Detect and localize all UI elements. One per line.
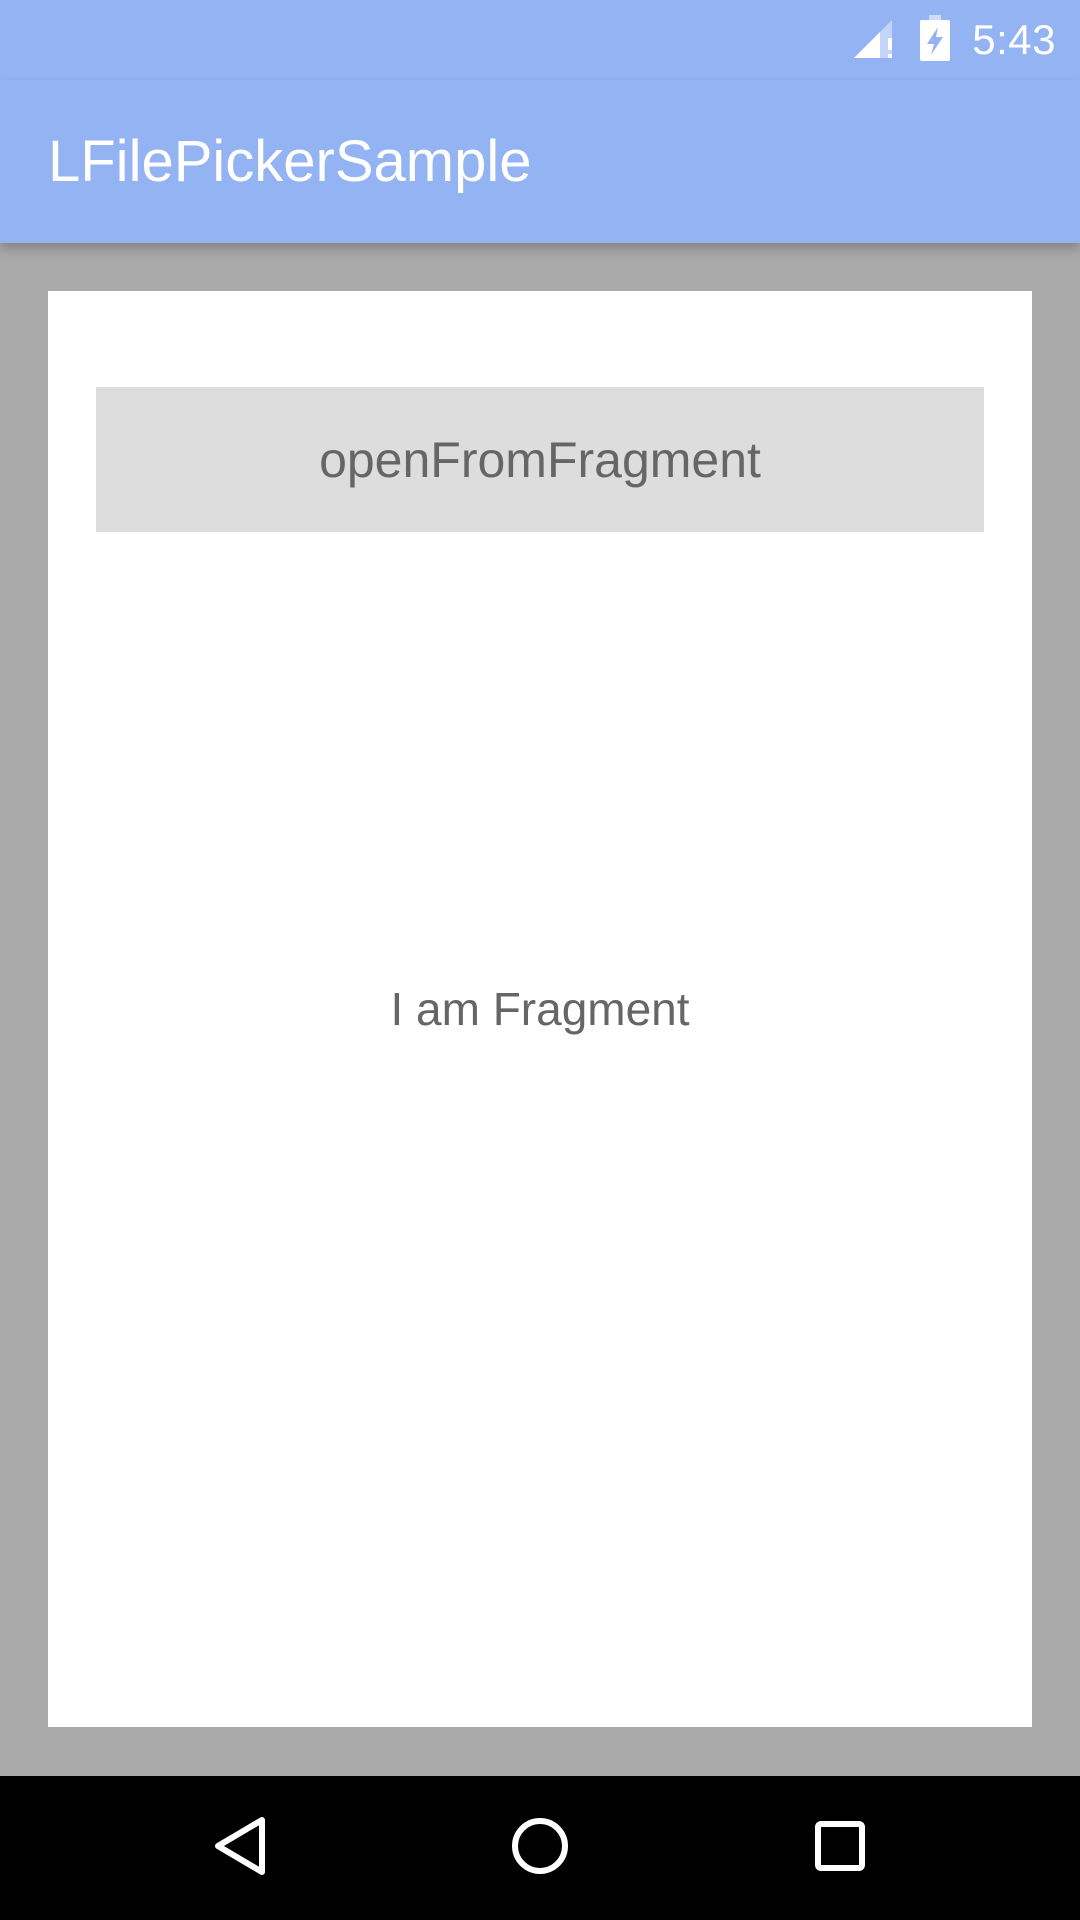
fragment-card: openFromFragment I am Fragment [48,291,1032,1727]
home-button[interactable] [470,1776,610,1920]
back-button[interactable] [170,1776,310,1920]
status-bar: 5:43 [0,0,1080,80]
status-time: 5:43 [972,16,1056,63]
battery-charging-icon [920,14,951,66]
fragment-label: I am Fragment [390,983,690,1035]
app-title: LFilePickerSample [48,129,532,194]
navigation-bar [0,1776,1080,1920]
status-icons: 5:43 [852,0,1056,80]
open-from-fragment-button[interactable]: openFromFragment [96,387,984,532]
recent-apps-icon [814,1820,866,1877]
home-icon [510,1816,570,1881]
app-bar: LFilePickerSample [0,80,1080,243]
screen: 5:43 LFilePickerSample openFromFragment … [0,0,1080,1920]
signal-icon [852,16,898,65]
recent-apps-button[interactable] [770,1776,910,1920]
back-icon [212,1816,268,1881]
